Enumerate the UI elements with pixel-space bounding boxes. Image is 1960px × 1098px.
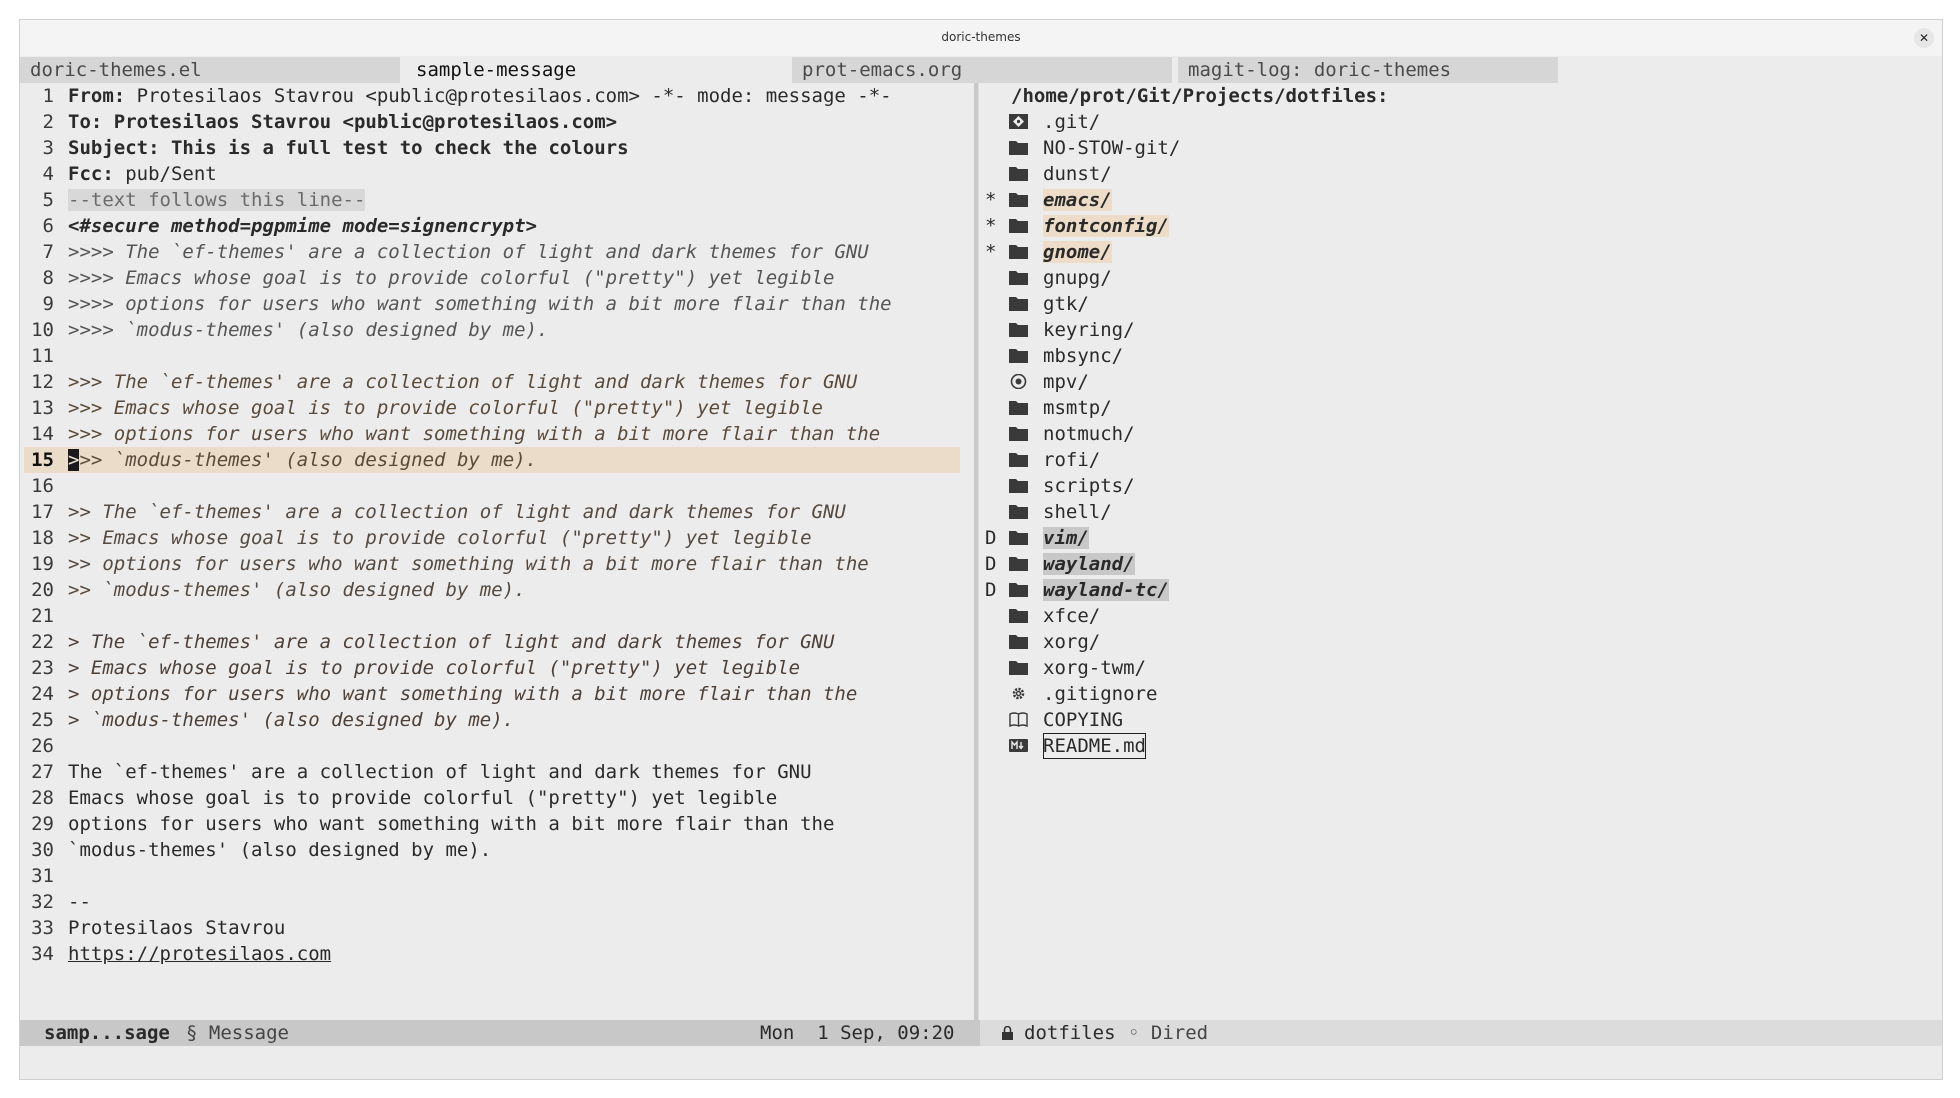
header-key-subject: Subject:: [68, 137, 160, 159]
message-line: 31: [31, 865, 54, 887]
tab-sample-message[interactable]: sample-message: [406, 57, 786, 83]
emacs-window: doric-themes ✕ doric-themes.el sample-me…: [19, 19, 1943, 1080]
folder-icon: [1009, 582, 1028, 597]
folder-icon: [1009, 400, 1028, 415]
mode-line-major-mode: ◦ Dired: [1128, 1022, 1209, 1044]
message-line: 30 `modus-themes' (also designed by me).: [31, 839, 492, 861]
message-line: 2 To: Protesilaos Stavrou <public@protesi…: [42, 111, 618, 133]
message-line: 5 --text follows this line--: [42, 189, 366, 211]
mode-line-right[interactable]: dotfiles ◦ Dired: [980, 1020, 1942, 1046]
message-line: 18 >> Emacs whose goal is to provide colo…: [31, 527, 812, 549]
folder-icon: [1009, 426, 1028, 441]
message-line: 10 >>>> `modus-themes' (also designed by …: [31, 319, 549, 341]
message-line: 19 >> options for users who want somethin…: [31, 553, 869, 575]
message-line: 11: [31, 345, 54, 367]
disc-icon: [1009, 374, 1028, 389]
message-line: 24 > options for users who want something…: [31, 683, 858, 705]
dired-buffer[interactable]: /home/prot/Git/Projects/dotfiles: .git/ …: [978, 83, 1943, 1043]
mode-line-left[interactable]: samp...sage § Message Mon 1 Sep, 09:20: [20, 1020, 976, 1046]
message-line: 12 >>> The `ef-themes' are a collection o…: [31, 371, 858, 393]
message-line: 14 >>> options for users who want somethi…: [31, 423, 881, 445]
tab-prot-emacs-org[interactable]: prot-emacs.org: [792, 57, 1172, 83]
header-key-to: To:: [68, 111, 103, 133]
message-line: 29 options for users who want something w…: [31, 813, 835, 835]
mml-tag: <#secure method=pgpmime mode=signencrypt…: [68, 215, 537, 237]
mode-line-buffer-name: dotfiles: [1024, 1022, 1116, 1044]
message-line: 27 The `ef-themes' are a collection of li…: [31, 761, 812, 783]
close-icon: ✕: [1918, 31, 1930, 45]
message-line: 7 >>>> The `ef-themes' are a collection o…: [42, 241, 869, 263]
folder-icon: [1009, 322, 1028, 337]
message-line: 28 Emacs whose goal is to provide colorfu…: [31, 787, 778, 809]
close-button[interactable]: ✕: [1914, 28, 1934, 48]
folder-icon: [1009, 166, 1028, 181]
message-line: 20 >> `modus-themes' (also designed by me…: [31, 579, 526, 601]
message-line: 32 --: [31, 891, 91, 913]
folder-icon: [1009, 530, 1028, 545]
mode-line-major-mode: § Message: [186, 1022, 289, 1044]
book-icon: [1009, 712, 1028, 727]
folder-icon: [1009, 270, 1028, 285]
title-bar: doric-themes ✕: [20, 20, 1942, 56]
tab-magit-log[interactable]: magit-log: doric-themes: [1178, 57, 1558, 83]
message-line: 8 >>>> Emacs whose goal is to provide col…: [42, 267, 835, 289]
window-title: doric-themes: [941, 30, 1021, 44]
git-icon: [1009, 114, 1028, 129]
message-line: 4 Fcc: pub/Sent: [42, 163, 217, 185]
folder-icon: [1009, 634, 1028, 649]
message-line: 9 >>>> options for users who want somethi…: [42, 293, 892, 315]
message-line: 23 > Emacs whose goal is to provide color…: [31, 657, 801, 679]
folder-icon: [1009, 660, 1028, 675]
message-line: 17 >> The `ef-themes' are a collection of…: [31, 501, 846, 523]
mode-line: samp...sage § Message Mon 1 Sep, 09:20 d…: [20, 1020, 1942, 1046]
folder-icon: [1009, 244, 1028, 259]
current-line: 15 >>> `modus-themes' (also designed by m…: [24, 447, 960, 473]
folder-icon: [1009, 608, 1028, 623]
cursor: >: [68, 449, 80, 471]
mode-line-date: Mon 1 Sep, 09:20: [760, 1022, 955, 1044]
folder-icon: [1009, 140, 1028, 155]
signature-link[interactable]: https://protesilaos.com: [68, 943, 331, 965]
message-line: 26: [31, 735, 54, 757]
message-line: 33 Protesilaos Stavrou: [31, 917, 286, 939]
folder-icon: [1009, 556, 1028, 571]
message-line: 1 From: Protesilaos Stavrou <public@prote…: [42, 85, 892, 107]
message-line: 34 https://protesilaos.com: [31, 943, 332, 965]
markdown-icon: [1009, 738, 1028, 753]
folder-icon: [1009, 504, 1028, 519]
message-line: 16: [31, 475, 54, 497]
message-line: 22 > The `ef-themes' are a collection of …: [31, 631, 835, 653]
folder-icon: [1009, 218, 1028, 233]
message-line: 21: [31, 605, 54, 627]
minibuffer[interactable]: [20, 1046, 1942, 1079]
folder-icon: [1009, 348, 1028, 363]
header-key-fcc: Fcc:: [68, 163, 114, 185]
signature-separator: --: [68, 891, 91, 913]
folder-icon: [1009, 296, 1028, 311]
header-key-from: From:: [68, 85, 126, 107]
lock-icon: [1002, 1026, 1013, 1040]
gear-icon: [1009, 686, 1028, 701]
folder-icon: [1009, 478, 1028, 493]
tab-doric-themes-el[interactable]: doric-themes.el: [20, 57, 400, 83]
tab-bar: doric-themes.el sample-message prot-emac…: [20, 57, 1942, 83]
signature-name: Protesilaos Stavrou: [68, 917, 286, 939]
folder-icon: [1009, 192, 1028, 207]
folder-icon: [1009, 452, 1028, 467]
message-line: 6 <#secure method=pgpmime mode=signencryp…: [42, 215, 537, 237]
mode-line-buffer-name: samp...sage: [44, 1022, 170, 1044]
message-buffer[interactable]: 1 From: Protesilaos Stavrou <public@prote…: [24, 83, 974, 1043]
message-line: 3 Subject: This is a full test to check t…: [42, 137, 629, 159]
message-line: 25 > `modus-themes' (also designed by me)…: [31, 709, 515, 731]
header-separator: --text follows this line--: [68, 189, 366, 211]
message-line: 13 >>> Emacs whose goal is to provide col…: [31, 397, 823, 419]
